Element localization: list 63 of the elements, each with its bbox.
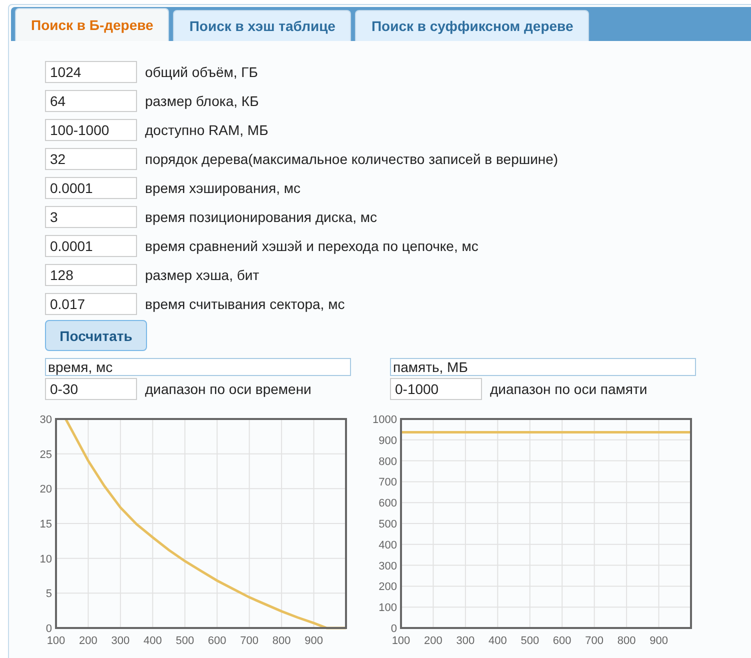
input-field[interactable]: 64 (45, 90, 137, 112)
field-label: порядок дерева(максимальное количество записей в вершине) (145, 150, 558, 166)
field-label: время позиционирования диска, мс (145, 208, 378, 224)
x-tick-label: 800 (617, 635, 636, 647)
range-label: диапазон по оси памяти (490, 381, 648, 397)
x-tick-label: 700 (585, 635, 604, 647)
x-tick-label: 600 (552, 635, 572, 647)
x-tick-label: 300 (456, 635, 475, 647)
y-tick-label: 30 (40, 414, 52, 426)
chart-title-field[interactable]: время, мс (45, 358, 351, 376)
y-tick-label: 1000 (372, 414, 397, 426)
field-label: размер блока, КБ (145, 92, 259, 108)
y-tick-label: 900 (378, 434, 397, 447)
x-tick-label: 700 (240, 635, 259, 647)
x-tick-label: 900 (304, 635, 323, 647)
range-label: диапазон по оси времени (145, 381, 312, 397)
input-field[interactable]: 0.0001 (45, 176, 137, 198)
y-tick-label: 25 (40, 448, 52, 461)
y-tick-label: 0 (390, 623, 397, 635)
y-tick-label: 400 (378, 539, 397, 552)
input-field[interactable]: 0.017 (45, 292, 137, 314)
x-tick-label: 500 (520, 635, 540, 647)
y-tick-label: 0 (46, 623, 52, 635)
x-tick-label: 100 (392, 635, 410, 647)
field-label: размер хэша, бит (145, 266, 260, 282)
x-tick-label: 100 (46, 635, 66, 647)
y-tick-label: 15 (40, 518, 52, 530)
y-tick-label: 600 (378, 498, 397, 510)
input-field[interactable]: 100-1000 (45, 118, 137, 140)
input-field[interactable]: 32 (45, 148, 137, 170)
y-tick-label: 5 (46, 588, 52, 600)
x-tick-label: 600 (208, 635, 226, 647)
x-tick-label: 800 (272, 635, 291, 647)
x-tick-label: 400 (143, 635, 162, 647)
x-tick-label: 200 (424, 635, 442, 647)
range-field[interactable]: 0-1000 (390, 378, 482, 400)
field-label: время сравнений хэшэй и перехода по цепочке, мс (145, 238, 478, 254)
y-tick-label: 10 (40, 553, 52, 566)
y-tick-label: 20 (40, 484, 52, 496)
input-field[interactable]: 1024 (45, 60, 137, 82)
x-tick-label: 200 (79, 635, 98, 647)
field-label: доступно RAM, МБ (145, 122, 268, 138)
x-tick-label: 500 (176, 635, 194, 647)
y-tick-label: 700 (378, 476, 397, 489)
field-label: время считывания сектора, мс (145, 296, 345, 312)
input-field[interactable]: 3 (45, 206, 137, 228)
tab[interactable]: Поиск в хэш таблице (173, 10, 352, 41)
chart-title-field[interactable]: память, МБ (390, 358, 696, 376)
input-field[interactable]: 128 (45, 264, 137, 286)
y-tick-label: 300 (378, 560, 397, 572)
range-field[interactable]: 0-30 (45, 378, 137, 400)
field-label: время хэширования, мс (145, 180, 300, 196)
input-field[interactable]: 0.0001 (45, 234, 137, 256)
tab[interactable]: Поиск в суффиксном дереве (355, 10, 590, 41)
x-tick-label: 900 (650, 635, 668, 647)
field-label: общий объём, ГБ (145, 64, 258, 80)
calculate-button[interactable]: Посчитать (45, 320, 147, 351)
x-tick-label: 300 (111, 635, 130, 647)
y-tick-label: 200 (378, 581, 397, 594)
y-tick-label: 500 (378, 518, 397, 530)
y-tick-label: 800 (378, 456, 397, 468)
x-tick-label: 400 (488, 635, 507, 647)
y-tick-label: 100 (378, 602, 397, 614)
